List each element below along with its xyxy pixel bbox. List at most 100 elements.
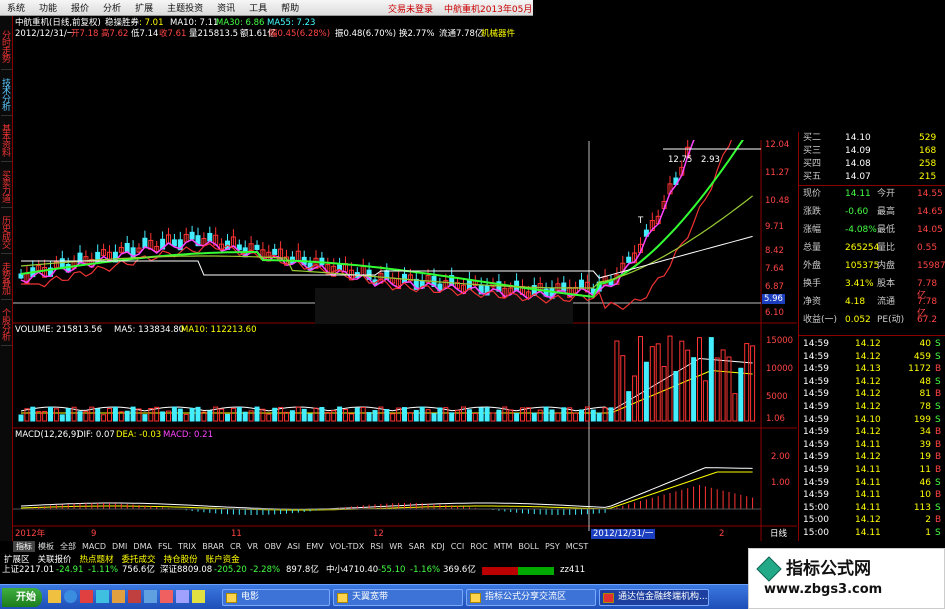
- tab-related-quote[interactable]: 关联报价: [34, 553, 76, 565]
- indicator-tab[interactable]: DMI: [109, 542, 130, 551]
- quote-panel: 买二 14.10 529 买三 14.09 168 买四 14.08 258 买五 14.07…: [798, 132, 945, 541]
- indicator-tab[interactable]: BOLL: [515, 542, 542, 551]
- taskbar-window-movie[interactable]: 电影: [222, 589, 330, 606]
- indicator-tab[interactable]: SAR: [406, 542, 428, 551]
- volume-bar: [702, 380, 708, 422]
- tick-flag: S: [935, 528, 941, 538]
- side-tab-intraday[interactable]: 分时走势: [0, 22, 12, 70]
- candle-body: [561, 282, 567, 292]
- sh-index[interactable]: 上证2217.01: [2, 565, 54, 575]
- folder-icon[interactable]: [48, 590, 61, 603]
- menu-news[interactable]: 资讯: [210, 1, 242, 14]
- indicator-tab[interactable]: EMV: [303, 542, 326, 551]
- side-tab-technical[interactable]: 技术分析: [0, 72, 12, 116]
- menu-theme-invest[interactable]: 主题投资: [160, 1, 210, 14]
- app-icon: [337, 593, 348, 603]
- menu-system[interactable]: 系统: [0, 1, 32, 14]
- buy-price: 14.09: [845, 146, 871, 156]
- volume-bar: [337, 406, 343, 422]
- indicator-tab[interactable]: 全部: [57, 541, 79, 552]
- taskbar-window-tdx[interactable]: 通达信金融终端机构...: [599, 589, 709, 606]
- tab-positions[interactable]: 持仓股份: [160, 553, 202, 565]
- app-icon[interactable]: [160, 590, 173, 603]
- indicator-tab[interactable]: ROC: [467, 542, 490, 551]
- indicator-tab[interactable]: PSY: [542, 542, 563, 551]
- window-label: 天翼宽带: [352, 592, 389, 602]
- tick-time: 14:59: [803, 477, 829, 488]
- indicator-tab[interactable]: MACD: [79, 542, 109, 551]
- low-value: 低7.14: [131, 29, 159, 39]
- tab-orders[interactable]: 委托成交: [118, 553, 160, 565]
- indicator-tab[interactable]: FSL: [155, 542, 175, 551]
- taskbar-window-forum[interactable]: 指标公式分享交流区: [466, 589, 596, 606]
- indicator-tab[interactable]: DMA: [130, 542, 155, 551]
- app-icon[interactable]: [144, 590, 157, 603]
- indicator-tab[interactable]: MCST: [563, 542, 591, 551]
- menu-extend[interactable]: 扩展: [128, 1, 160, 14]
- indicator-tab[interactable]: 指标: [13, 541, 35, 552]
- indicator-tab[interactable]: CCI: [448, 542, 468, 551]
- indicator-tab[interactable]: ASI: [284, 542, 303, 551]
- side-tab-overlay[interactable]: 走势叠加: [0, 256, 12, 300]
- stat-label: 股本: [877, 279, 896, 289]
- indicator-tab[interactable]: TRIX: [175, 542, 199, 551]
- sector-label[interactable]: 机械器件: [481, 29, 515, 39]
- app-icon[interactable]: [96, 590, 109, 603]
- amplitude-value: 振0.48(6.70%): [335, 29, 397, 39]
- menu-quote[interactable]: 报价: [64, 1, 96, 14]
- tick-price: 14.11: [855, 439, 881, 450]
- indicator-tab[interactable]: KDJ: [428, 542, 448, 551]
- start-button[interactable]: 开始: [2, 588, 42, 607]
- menu-help[interactable]: 帮助: [274, 1, 306, 14]
- menu-tools[interactable]: 工具: [242, 1, 274, 14]
- change-value: 幅0.45(6.28%): [269, 29, 331, 39]
- volume-bar: [366, 412, 372, 422]
- indicator-tab[interactable]: CR: [227, 542, 244, 551]
- float-shares: 流通7.78亿: [439, 29, 484, 39]
- volume-bar: [107, 408, 112, 422]
- taskbar-window-broadband[interactable]: 天翼宽带: [333, 589, 463, 606]
- volume-bar: [478, 407, 484, 422]
- side-tab-stock-analysis[interactable]: 个股分析: [0, 302, 12, 346]
- xaxis-tick: 2: [719, 529, 725, 539]
- volume-bar: [449, 412, 455, 422]
- tab-account[interactable]: 账户资金: [202, 553, 244, 565]
- indicator-tab[interactable]: OBV: [261, 542, 284, 551]
- zx-index[interactable]: 中小4710.40: [326, 565, 378, 575]
- tick-volume: 46: [919, 477, 931, 488]
- side-tab-fundamentals[interactable]: 基本资料: [0, 118, 12, 162]
- tab-hot-topics[interactable]: 热点题材: [76, 553, 118, 565]
- login-status[interactable]: 交易未登录: [388, 2, 433, 15]
- tab-extend[interactable]: 扩展区: [0, 553, 34, 565]
- stat-value: 3.41%: [845, 279, 874, 289]
- indicator-tab[interactable]: 模板: [35, 541, 57, 552]
- ie-icon[interactable]: [64, 590, 77, 603]
- menu-function[interactable]: 功能: [32, 1, 64, 14]
- app-icon[interactable]: [176, 590, 189, 603]
- sz-index[interactable]: 深证8809.08: [160, 565, 212, 575]
- indicator-tab[interactable]: VR: [244, 542, 261, 551]
- xaxis-tick: 12: [373, 529, 384, 539]
- side-tab-power[interactable]: 买卖力道: [0, 164, 12, 208]
- app-icon[interactable]: [192, 590, 205, 603]
- indicator-tab[interactable]: VOL-TDX: [327, 542, 368, 551]
- stat-value: 0.55: [917, 243, 938, 253]
- volume-bar: [272, 407, 278, 422]
- tick-row: 14:59 14.12 40 S: [801, 338, 945, 350]
- tick-row: 15:00 14.11 1 S: [801, 527, 945, 539]
- menu-analysis[interactable]: 分析: [96, 1, 128, 14]
- volume-bar: [649, 346, 655, 422]
- period-label[interactable]: 日线: [770, 529, 787, 539]
- indicator-tab[interactable]: MTM: [491, 542, 516, 551]
- quote-buy-row: 买三 14.09 168: [801, 145, 945, 157]
- indicator-tab[interactable]: RSI: [367, 542, 386, 551]
- indicator-tab[interactable]: BRAR: [199, 542, 227, 551]
- tick-volume: 2: [925, 515, 931, 526]
- side-tab-history[interactable]: 历史成交: [0, 210, 12, 254]
- tick-row: 14:59 14.11 39 B: [801, 439, 945, 451]
- stat-value: 159879: [917, 261, 945, 271]
- app-icon[interactable]: [128, 590, 141, 603]
- app-icon[interactable]: [80, 590, 93, 603]
- indicator-tab[interactable]: WR: [386, 542, 405, 551]
- app-icon[interactable]: [112, 590, 125, 603]
